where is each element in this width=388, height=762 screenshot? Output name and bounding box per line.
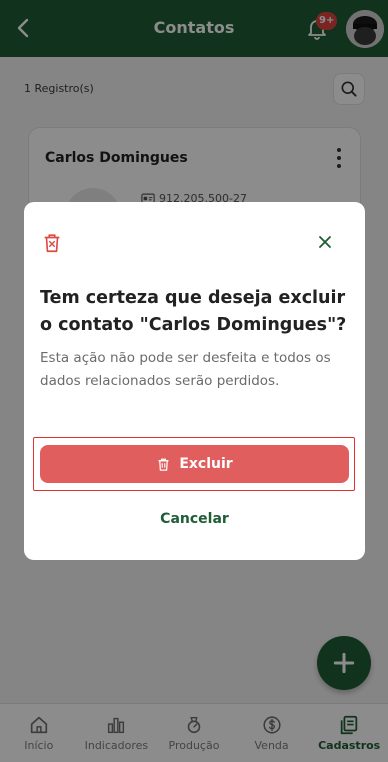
close-icon[interactable] bbox=[315, 232, 335, 252]
trash-icon bbox=[44, 234, 60, 253]
dialog-message: Esta ação não pode ser desfeita e todos … bbox=[40, 350, 331, 389]
cancel-button[interactable]: Cancelar bbox=[24, 511, 365, 527]
delete-button[interactable]: Excluir bbox=[40, 445, 349, 483]
delete-button-label: Excluir bbox=[179, 456, 233, 472]
delete-confirmation-dialog: Tem certeza que deseja excluir o contato… bbox=[24, 202, 365, 560]
dialog-title: Tem certeza que deseja excluir o contato… bbox=[40, 288, 347, 335]
trash-icon bbox=[158, 458, 169, 471]
